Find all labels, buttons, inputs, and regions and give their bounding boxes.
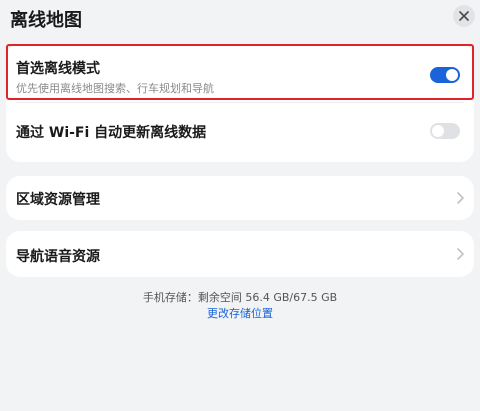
- page-title: 离线地图: [10, 10, 82, 31]
- storage-info: 手机存储：剩余空间 56.4 GB/67.5 GB: [142, 291, 338, 304]
- nav-voice-title: 导航语音资源: [16, 249, 100, 265]
- header: 离线地图: [0, 0, 480, 34]
- close-button[interactable]: [453, 5, 475, 27]
- chevron-right-icon: [457, 248, 464, 260]
- offline-mode-title: 首选离线模式: [16, 61, 100, 77]
- region-management-item[interactable]: 区域资源管理: [6, 176, 474, 220]
- toggle-knob: [432, 125, 444, 137]
- wifi-update-toggle[interactable]: [430, 123, 460, 139]
- region-management-title: 区域资源管理: [16, 192, 100, 208]
- nav-voice-item[interactable]: 导航语音资源: [6, 231, 474, 277]
- offline-settings-card: 首选离线模式 优先使用离线地图搜索、行车规划和导航 通过 Wi-Fi 自动更新离…: [6, 44, 474, 162]
- offline-mode-subtitle: 优先使用离线地图搜索、行车规划和导航: [16, 82, 214, 95]
- wifi-update-row[interactable]: 通过 Wi-Fi 自动更新离线数据: [6, 102, 474, 162]
- chevron-right-icon: [457, 192, 464, 204]
- offline-mode-toggle[interactable]: [430, 67, 460, 83]
- toggle-knob: [446, 69, 458, 81]
- wifi-update-title: 通过 Wi-Fi 自动更新离线数据: [16, 125, 207, 141]
- offline-map-page: 离线地图 首选离线模式 优先使用离线地图搜索、行车规划和导航 通过 Wi-Fi …: [0, 0, 480, 411]
- change-storage-link[interactable]: 更改存储位置: [0, 305, 480, 321]
- close-icon: [459, 11, 469, 21]
- offline-mode-row[interactable]: 首选离线模式 优先使用离线地图搜索、行车规划和导航: [6, 44, 474, 102]
